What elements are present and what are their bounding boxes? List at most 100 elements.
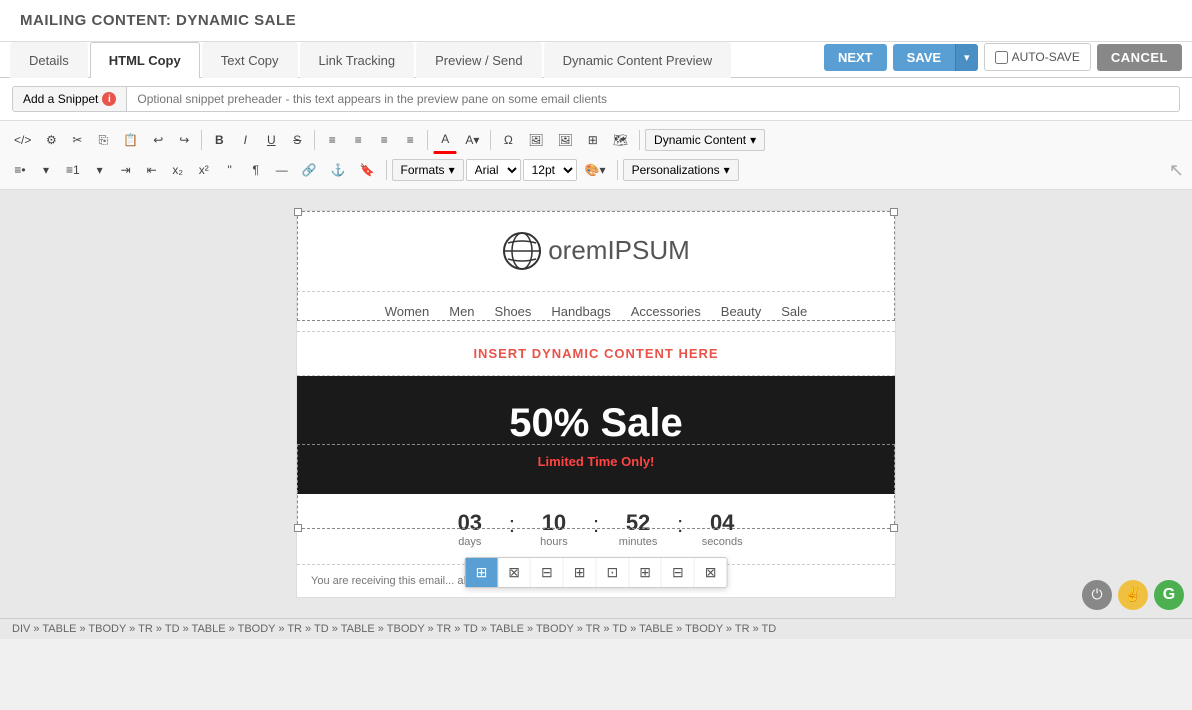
tab-bar: Details HTML Copy Text Copy Link Trackin… — [0, 42, 1192, 78]
tab-preview-send[interactable]: Preview / Send — [416, 42, 541, 78]
toolbar-ul-dropdown[interactable]: ▾ — [34, 158, 58, 183]
ctx-table-add-btn[interactable]: ⊞ — [466, 558, 499, 587]
logo-text: oremIPSUM — [548, 235, 690, 266]
dynamic-content-chevron: ▾ — [750, 133, 756, 147]
toolbar-superscript-btn[interactable]: x² — [192, 158, 216, 183]
toolbar-copy-btn[interactable]: ⎘ — [91, 128, 115, 153]
toolbar-table-btn[interactable]: ⊞ — [581, 128, 605, 153]
tab-details[interactable]: Details — [10, 42, 88, 78]
tab-html-copy[interactable]: HTML Copy — [90, 42, 200, 78]
autosave-checkbox[interactable] — [995, 51, 1008, 64]
countdown-days-label: days — [435, 536, 505, 548]
formats-label: Formats — [401, 163, 445, 177]
toolbar-code-btn[interactable]: </> — [8, 128, 37, 153]
countdown-minutes-label: minutes — [603, 536, 673, 548]
countdown-sep-3: : — [673, 510, 687, 538]
countdown-seconds-num: 04 — [687, 510, 757, 536]
toolbar-personalizations-btn[interactable]: Personalizations ▾ — [623, 159, 739, 181]
toolbar-hr-btn[interactable]: — — [270, 158, 294, 183]
personalizations-label: Personalizations — [632, 163, 720, 177]
nav-sale: Sale — [781, 304, 807, 319]
toolbar-italic-btn[interactable]: I — [233, 128, 257, 153]
font-select[interactable]: Arial — [466, 159, 521, 181]
editor-toolbar: </> ⚙ ✂ ⎘ 📋 ↩ ↪ B I U S ≡ ≡ ≡ ≡ A A▾ Ω 🖼… — [0, 121, 1192, 190]
toolbar-image-btn[interactable]: 🖼 — [522, 128, 549, 153]
ctx-table-delete-btn[interactable]: ⊠ — [498, 558, 531, 587]
save-dropdown-button[interactable]: ▾ — [955, 44, 978, 71]
toolbar-outdent-btn[interactable]: ⇤ — [140, 158, 164, 183]
countdown-sep-2: : — [589, 510, 603, 538]
ctx-row-insert-btn[interactable]: ⊞ — [629, 558, 662, 587]
countdown-seconds-label: seconds — [687, 536, 757, 548]
toolbar-row-1: </> ⚙ ✂ ⎘ 📋 ↩ ↪ B I U S ≡ ≡ ≡ ≡ A A▾ Ω 🖼… — [8, 125, 1184, 156]
status-bar: DIV » TABLE » TBODY » TR » TD » TABLE » … — [0, 618, 1192, 639]
peace-icon[interactable]: ✌ — [1118, 580, 1148, 610]
save-group: SAVE ▾ — [893, 44, 978, 71]
toolbar-blockquote-btn[interactable]: " — [218, 158, 242, 183]
ctx-row-delete-btn[interactable]: ⊠ — [695, 558, 727, 587]
add-snippet-button[interactable]: Add a Snippet i — [12, 86, 127, 112]
toolbar-link-btn[interactable]: 🔗 — [296, 158, 323, 183]
autosave-checkbox-label[interactable]: AUTO-SAVE — [984, 43, 1091, 71]
nav-handbags: Handbags — [551, 304, 610, 319]
sale-subtitle-text: Limited Time Only — [538, 454, 650, 469]
g-icon[interactable]: G — [1154, 580, 1184, 610]
toolbar-strikethrough-btn[interactable]: S — [285, 128, 309, 153]
toolbar-row-2: ≡• ▾ ≡1 ▾ ⇥ ⇤ x₂ x² " ¶ — 🔗 ⚓ 🔖 Formats … — [8, 156, 1184, 185]
ctx-col-insert-btn[interactable]: ⊟ — [531, 558, 564, 587]
toolbar-indent-btn[interactable]: ⇥ — [114, 158, 138, 183]
toolbar-bg-color-btn[interactable]: 🎨▾ — [579, 158, 612, 183]
toolbar-special-char-btn[interactable]: Ω — [496, 128, 520, 153]
snippet-btn-label: Add a Snippet — [23, 92, 98, 106]
toolbar-map-btn[interactable]: 🗺 — [607, 128, 634, 153]
tab-link-tracking[interactable]: Link Tracking — [300, 42, 415, 78]
toolbar-font-color-dropdown[interactable]: A▾ — [459, 128, 485, 153]
sale-title: 50% Sale — [317, 401, 875, 446]
toolbar-ol-dropdown[interactable]: ▾ — [88, 158, 112, 183]
toolbar-paragraph-btn[interactable]: ¶ — [244, 158, 268, 183]
toolbar-settings-btn[interactable]: ⚙ — [39, 128, 63, 153]
ctx-col-split-btn[interactable]: ⊞ — [564, 558, 597, 587]
toolbar-underline-btn[interactable]: U — [259, 128, 283, 153]
toolbar-ol-btn[interactable]: ≡1 — [60, 158, 86, 183]
sale-subtitle: Limited Time Only! — [317, 454, 875, 469]
tab-dynamic-content-preview[interactable]: Dynamic Content Preview — [544, 42, 732, 78]
toolbar-dynamic-content-btn[interactable]: Dynamic Content ▾ — [645, 129, 765, 151]
sale-banner: 50% Sale Limited Time Only! — [297, 376, 895, 494]
toolbar-font-color-btn[interactable]: A — [433, 127, 457, 154]
toolbar-ul-btn[interactable]: ≡• — [8, 158, 32, 183]
snippet-input[interactable] — [127, 86, 1180, 112]
save-button[interactable]: SAVE — [893, 44, 955, 71]
ctx-row-split-btn[interactable]: ⊟ — [662, 558, 695, 587]
toolbar-align-center-btn[interactable]: ≡ — [346, 128, 370, 153]
toolbar-paste-btn[interactable]: 📋 — [117, 128, 144, 153]
toolbar-formats-btn[interactable]: Formats ▾ — [392, 159, 464, 181]
page-title: MAILING CONTENT: DYNAMIC SALE — [20, 12, 1172, 29]
toolbar-anchor-btn[interactable]: ⚓ — [325, 158, 352, 183]
toolbar-image2-btn[interactable]: 🖼 — [552, 128, 579, 153]
bottom-icons: ⏻ ✌ G — [1082, 580, 1184, 610]
font-size-select[interactable]: 12pt — [523, 159, 577, 181]
power-icon[interactable]: ⏻ — [1082, 580, 1112, 610]
ctx-col-merge-btn[interactable]: ⊡ — [597, 558, 630, 587]
toolbar-sep-4 — [490, 130, 491, 150]
toolbar-bold-btn[interactable]: B — [207, 128, 231, 153]
toolbar-undo-btn[interactable]: ↩ — [146, 128, 170, 153]
toolbar-redo-btn[interactable]: ↪ — [172, 128, 196, 153]
nav-beauty: Beauty — [721, 304, 761, 319]
toolbar-bookmark-btn[interactable]: 🔖 — [354, 158, 381, 183]
toolbar-align-justify-btn[interactable]: ≡ — [398, 128, 422, 153]
toolbar-subscript-btn[interactable]: x₂ — [166, 158, 190, 183]
snippet-bar: Add a Snippet i — [0, 78, 1192, 121]
dynamic-content-label: Dynamic Content — [654, 133, 746, 147]
cancel-button[interactable]: CANCEL — [1097, 44, 1182, 71]
toolbar-cut-btn[interactable]: ✂ — [65, 128, 89, 153]
next-button[interactable]: NEXT — [824, 44, 887, 71]
tab-text-copy[interactable]: Text Copy — [202, 42, 298, 78]
countdown-hours-label: hours — [519, 536, 589, 548]
toolbar-align-left-btn[interactable]: ≡ — [320, 128, 344, 153]
countdown-sep-1: : — [505, 510, 519, 538]
email-header: oremIPSUM — [297, 211, 895, 292]
breadcrumb: DIV » TABLE » TBODY » TR » TD » TABLE » … — [12, 623, 776, 635]
toolbar-align-right-btn[interactable]: ≡ — [372, 128, 396, 153]
